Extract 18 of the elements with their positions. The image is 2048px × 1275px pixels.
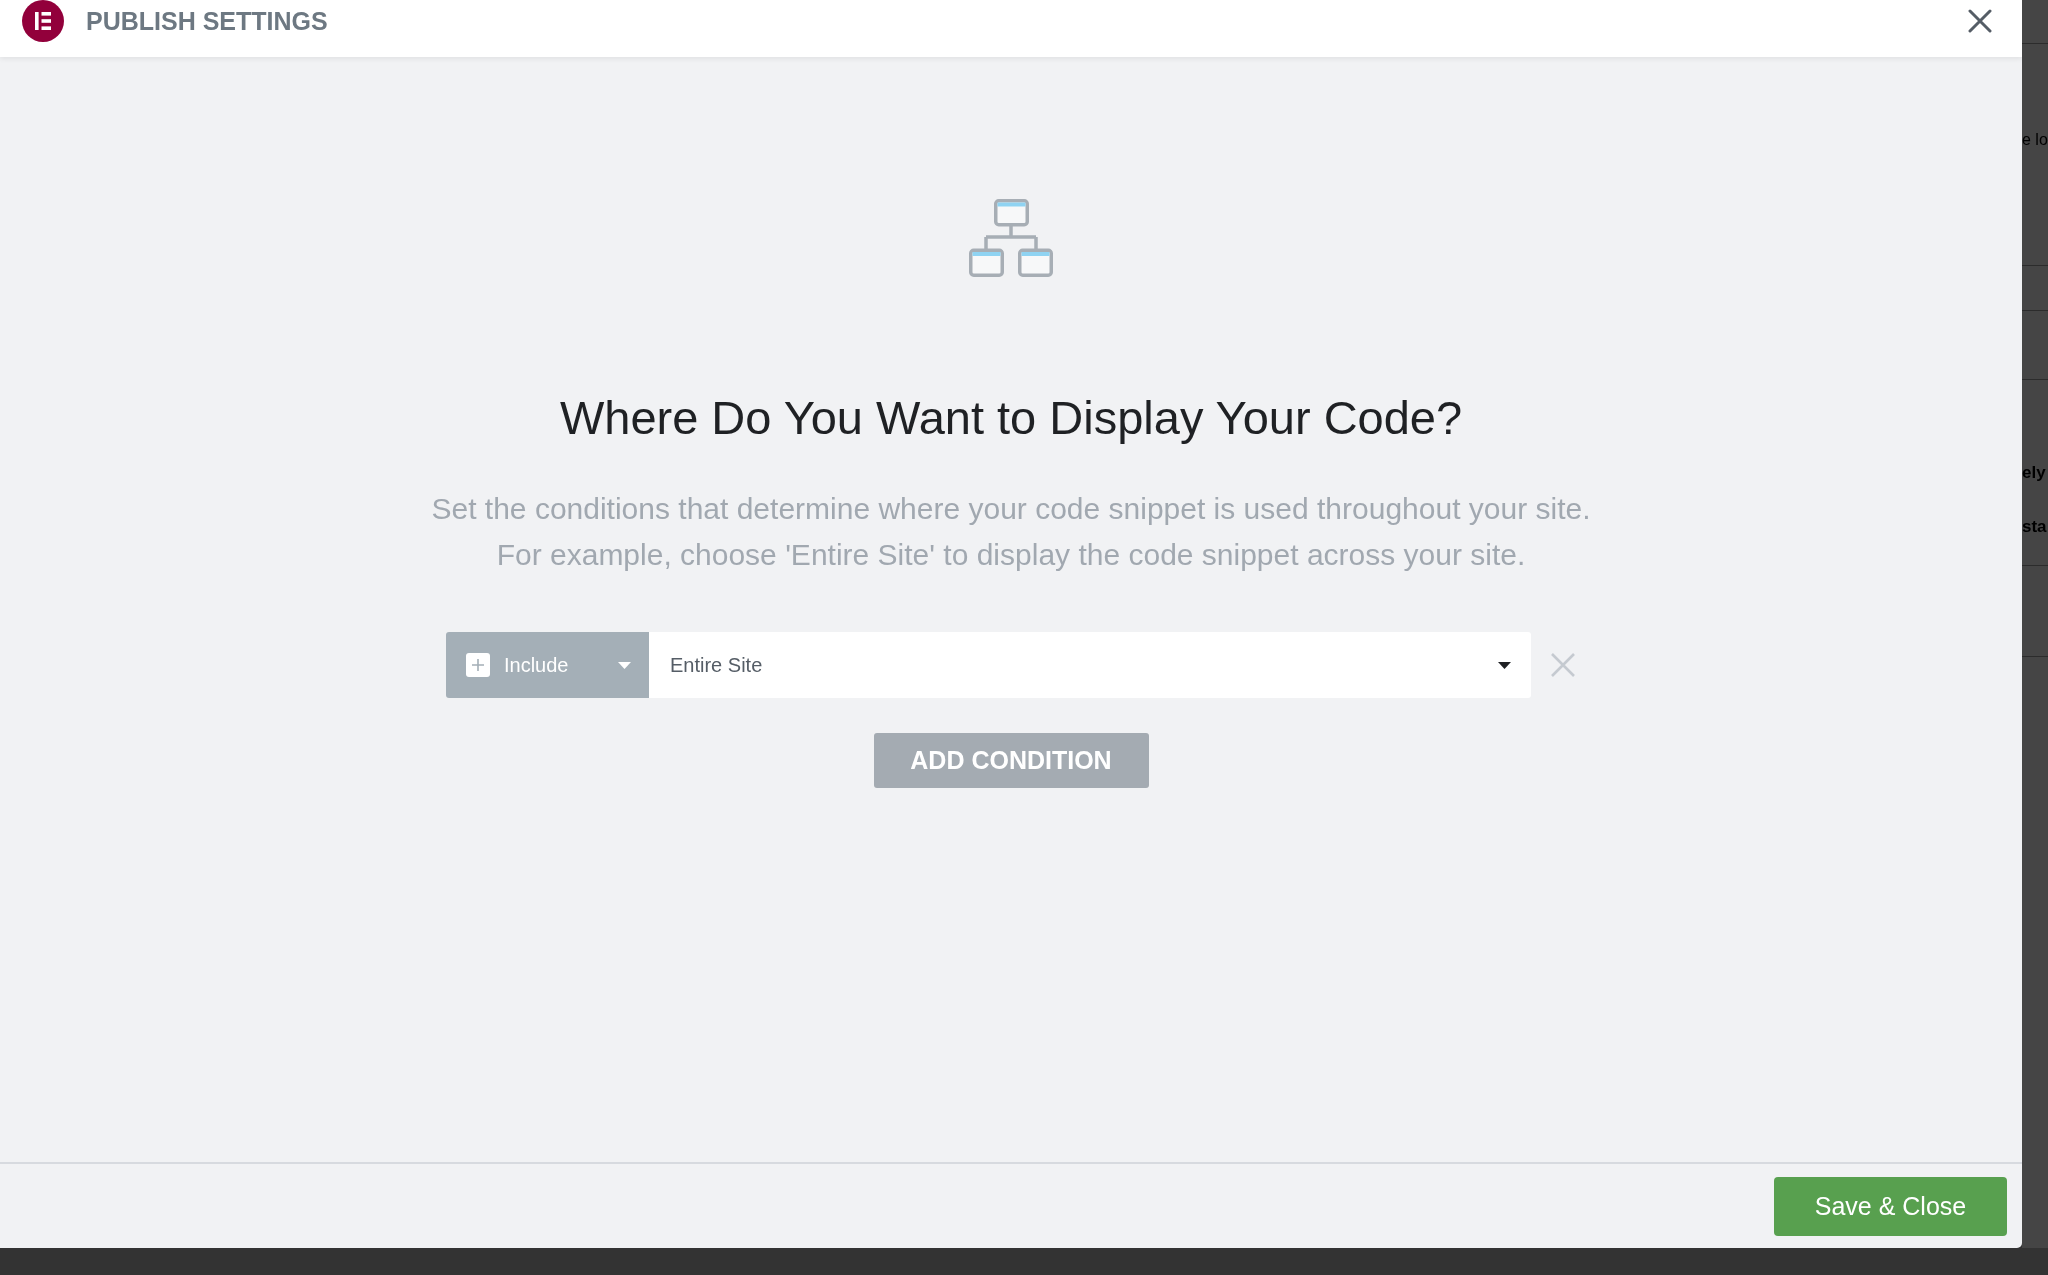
background-text: sta bbox=[2022, 516, 2048, 538]
plus-icon bbox=[466, 653, 490, 677]
close-button[interactable] bbox=[1968, 9, 1992, 33]
background-text: ely bbox=[2022, 462, 2047, 484]
add-condition-button[interactable]: ADD CONDITION bbox=[873, 733, 1149, 788]
dialog-heading: Where Do You Want to Display Your Code? bbox=[559, 390, 1463, 446]
close-icon bbox=[1550, 652, 1576, 678]
sitemap-icon bbox=[969, 199, 1053, 277]
close-icon bbox=[1968, 9, 1992, 33]
save-close-button[interactable]: Save & Close bbox=[1774, 1176, 2007, 1236]
background-text: e lo bbox=[2022, 130, 2048, 150]
caret-icon bbox=[1498, 661, 1511, 669]
caret-icon bbox=[618, 661, 631, 669]
description-text: For example, choose 'Entire Site' to display the code snippet across your site. bbox=[496, 537, 1526, 573]
dialog-title: PUBLISH SETTINGS bbox=[86, 6, 328, 36]
condition-type-select[interactable]: Include bbox=[446, 632, 649, 698]
description-text: Set the conditions that determine where your code snippet is used throughout your site. bbox=[431, 491, 1591, 527]
condition-value-select[interactable]: Entire Site bbox=[649, 632, 1531, 698]
